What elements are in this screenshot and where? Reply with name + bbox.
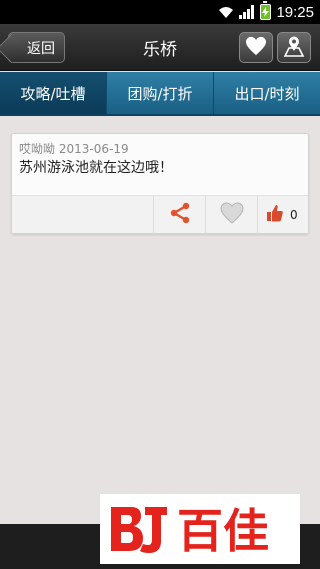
thumbs-up-icon [267,204,283,226]
favorite-button[interactable] [239,32,273,63]
tab-deals[interactable]: 团购/打折 [107,72,214,114]
map-pin-icon [283,35,305,61]
logo-text: 百佳 [177,504,269,558]
status-time: 19:25 [276,3,314,21]
signal-icon [239,5,255,19]
heart-outline-icon [219,202,244,228]
post-meta: 哎呦呦 2013-06-19 [19,140,129,157]
favorite-post-button[interactable] [205,196,257,234]
like-count: 0 [290,208,298,222]
title-bar: 返回 乐桥 [0,24,320,71]
tab-bar: 攻略/吐槽 团购/打折 出口/时刻 [0,72,320,116]
status-bar: 19:25 [0,0,320,24]
post-actions: 0 [12,195,309,234]
wifi-icon [218,5,234,19]
back-button[interactable]: 返回 [8,32,65,63]
battery-icon [260,1,272,20]
map-button[interactable] [277,32,311,63]
like-button[interactable]: 0 [257,196,309,234]
heart-icon [245,36,267,60]
tab-guides[interactable]: 攻略/吐槽 [0,72,107,114]
post-author: 哎呦呦 [19,142,56,156]
post-card: 哎呦呦 2013-06-19 苏州游泳池就在这边哦！ 0 [11,133,309,234]
logo-graphic: 百佳 [111,504,269,558]
post-text: 苏州游泳池就在这边哦！ [19,160,173,176]
tab-exits[interactable]: 出口/时刻 [214,72,320,114]
share-icon [169,202,191,228]
post-date: 2013-06-19 [58,142,129,156]
share-button[interactable] [153,196,205,234]
brand-logo: 百佳 [100,494,300,564]
back-button-label: 返回 [27,40,55,57]
